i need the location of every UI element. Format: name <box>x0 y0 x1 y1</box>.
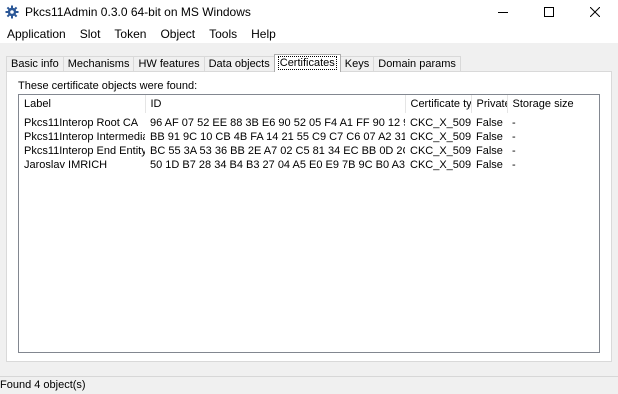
caption-buttons <box>480 0 618 24</box>
tab-label: Keys <box>344 58 370 70</box>
cell-private: False <box>476 117 503 129</box>
menu-token[interactable]: Token <box>107 24 153 44</box>
app-window: Pkcs11Admin 0.3.0 64-bit on MS Windows A… <box>0 0 618 394</box>
tab-certificates[interactable]: Certificates <box>273 54 341 72</box>
tab-label: Certificates <box>277 56 337 70</box>
tab-mechanisms[interactable]: Mechanisms <box>62 56 135 72</box>
maximize-icon <box>544 7 554 17</box>
close-icon <box>590 7 600 17</box>
status-bar: Found 4 object(s) <box>0 376 618 394</box>
table-row[interactable]: Pkcs11Interop Intermediate CA BB 91 9C 1… <box>19 130 599 144</box>
table-row[interactable]: Jaroslav IMRICH 50 1D B7 28 34 B4 B3 27 … <box>19 158 599 172</box>
tab-strip: Basic info Mechanisms HW features Data o… <box>6 54 461 72</box>
cell-label: Jaroslav IMRICH <box>24 159 108 171</box>
cell-id: BC 55 3A 53 36 BB 2E A7 02 C5 81 34 EC B… <box>150 145 405 157</box>
menu-help[interactable]: Help <box>244 24 283 44</box>
cell-id: 96 AF 07 52 EE 88 3B E6 90 52 05 F4 A1 F… <box>150 117 405 129</box>
column-header-id[interactable]: ID <box>145 95 406 113</box>
cell-certificate-type: CKC_X_509 <box>410 117 471 129</box>
cell-private: False <box>476 145 503 157</box>
cell-label: Pkcs11Interop Intermediate CA <box>24 131 145 143</box>
menu-application[interactable]: Application <box>0 24 73 44</box>
status-text: Found 4 object(s) <box>0 379 86 391</box>
tab-label: Domain params <box>378 58 456 70</box>
gear-icon <box>5 5 19 19</box>
tab-domain-params[interactable]: Domain params <box>373 56 461 72</box>
table-row[interactable]: Pkcs11Interop End Entity BC 55 3A 53 36 … <box>19 144 599 158</box>
menu-object[interactable]: Object <box>153 24 202 44</box>
menu-slot[interactable]: Slot <box>73 24 108 44</box>
panel-caption: These certificate objects were found: <box>18 80 198 92</box>
cell-certificate-type: CKC_X_509 <box>410 159 471 171</box>
column-header-label[interactable]: Label <box>19 95 146 113</box>
cell-storage-size: - <box>512 117 516 129</box>
tab-label: Basic info <box>11 58 59 70</box>
certificates-table: Label ID Certificate type Private Storag… <box>19 95 599 172</box>
tab-data-objects[interactable]: Data objects <box>203 56 275 72</box>
menu-bar: Application Slot Token Object Tools Help <box>0 24 618 44</box>
menu-tools[interactable]: Tools <box>202 24 244 44</box>
cell-storage-size: - <box>512 145 516 157</box>
title-bar[interactable]: Pkcs11Admin 0.3.0 64-bit on MS Windows <box>0 0 618 24</box>
column-header-private[interactable]: Private <box>471 95 508 113</box>
minimize-button[interactable] <box>480 0 526 24</box>
cell-certificate-type: CKC_X_509 <box>410 131 471 143</box>
tab-basic-info[interactable]: Basic info <box>6 56 64 72</box>
cell-private: False <box>476 159 503 171</box>
maximize-button[interactable] <box>526 0 572 24</box>
cell-label: Pkcs11Interop End Entity <box>24 145 145 157</box>
certificates-panel: These certificate objects were found: La… <box>6 71 612 362</box>
close-button[interactable] <box>572 0 618 24</box>
certificates-list[interactable]: Label ID Certificate type Private Storag… <box>18 94 600 353</box>
cell-label: Pkcs11Interop Root CA <box>24 117 139 129</box>
tab-label: Mechanisms <box>67 58 130 70</box>
column-header-storage-size[interactable]: Storage size <box>507 95 599 113</box>
window-title: Pkcs11Admin 0.3.0 64-bit on MS Windows <box>25 5 251 19</box>
tab-label: HW features <box>138 58 200 70</box>
cell-id: BB 91 9C 10 CB 4B FA 14 21 55 C9 C7 C6 0… <box>150 131 405 143</box>
table-header: Label ID Certificate type Private Storag… <box>19 95 599 113</box>
cell-private: False <box>476 131 503 143</box>
column-header-certificate-type[interactable]: Certificate type <box>405 95 472 113</box>
minimize-icon <box>498 12 508 13</box>
tab-label: Data objects <box>208 58 270 70</box>
cell-storage-size: - <box>512 131 516 143</box>
cell-certificate-type: CKC_X_509 <box>410 145 471 157</box>
cell-storage-size: - <box>512 159 516 171</box>
cell-id: 50 1D B7 28 34 B4 B3 27 04 A5 E0 E9 7B 9… <box>150 159 405 171</box>
tab-hw-features[interactable]: HW features <box>133 56 205 72</box>
tab-keys[interactable]: Keys <box>339 56 375 72</box>
table-row[interactable]: Pkcs11Interop Root CA 96 AF 07 52 EE 88 … <box>19 113 599 130</box>
